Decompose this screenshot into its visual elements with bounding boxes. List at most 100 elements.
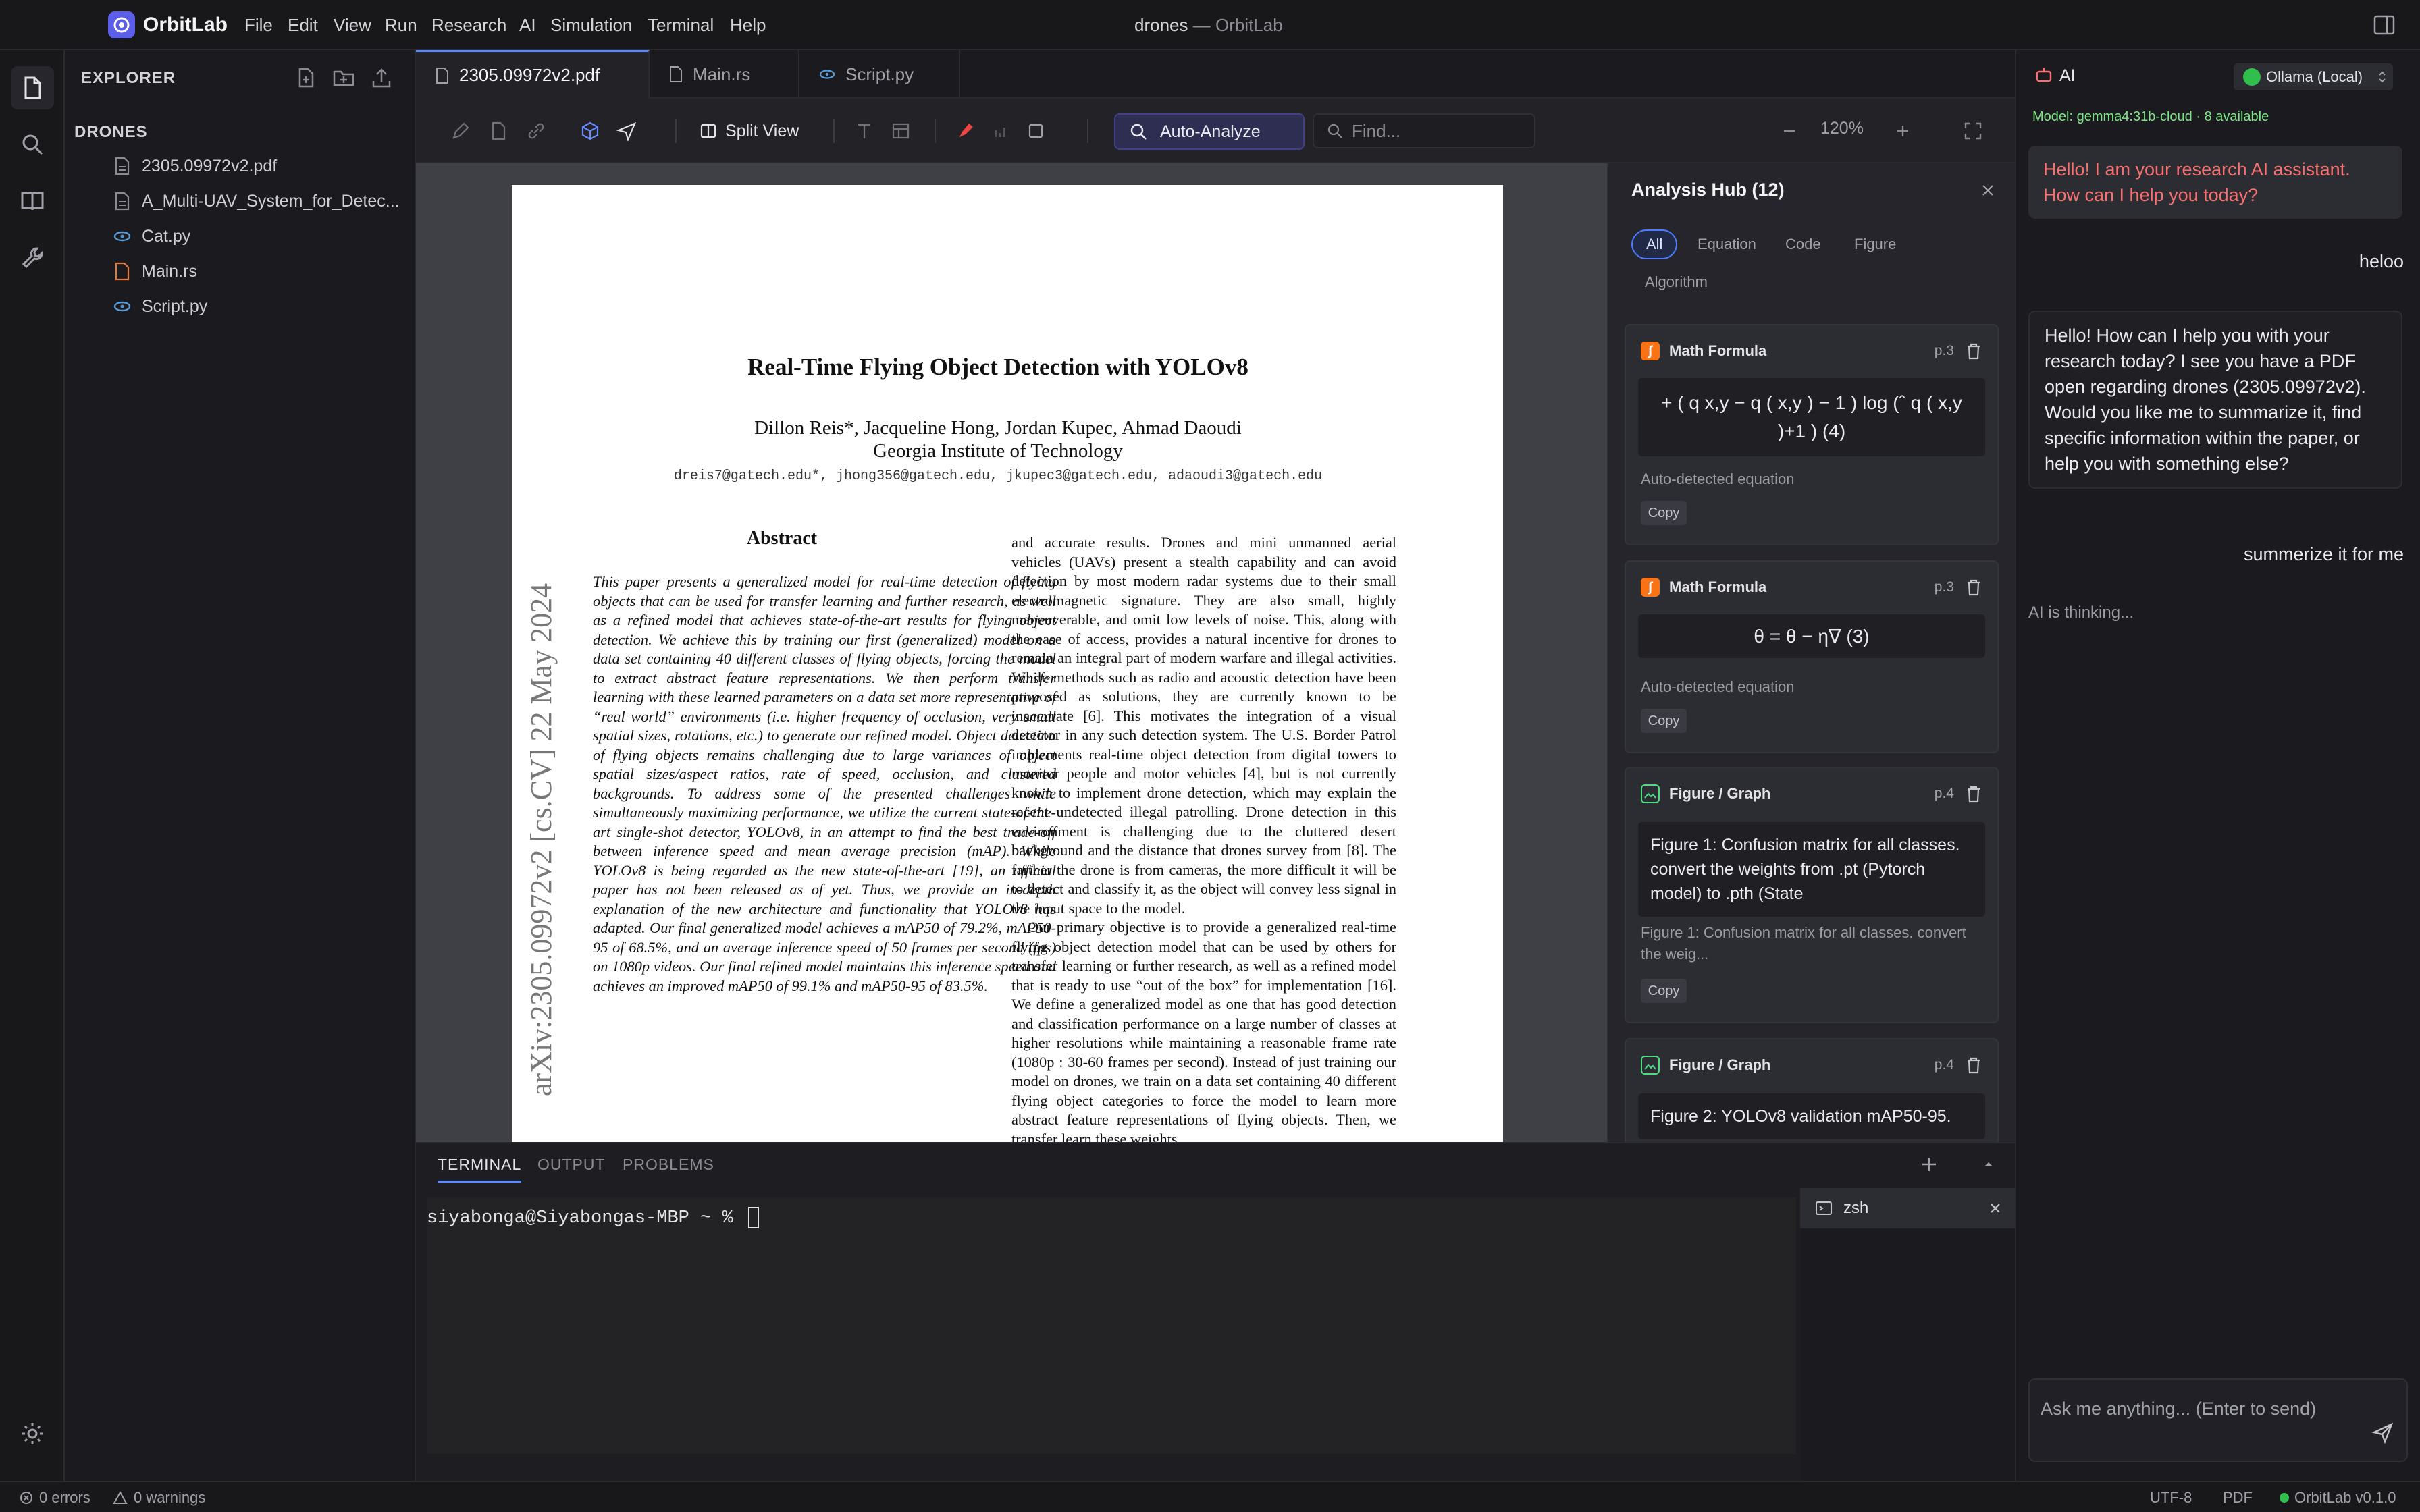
pdf-toolbar: Split View Auto-Analyze Find... 120%: [416, 99, 2015, 163]
folder-drones[interactable]: DRONES: [74, 123, 148, 142]
menu-file[interactable]: File: [244, 15, 273, 36]
highlighter-icon[interactable]: [951, 116, 980, 146]
search-icon: [1326, 122, 1344, 140]
file-item[interactable]: Main.rs: [112, 254, 197, 289]
pen-icon[interactable]: [446, 116, 475, 146]
window-title: drones — OrbitLab: [1134, 15, 1283, 35]
send-icon[interactable]: [612, 116, 641, 146]
layout-icon[interactable]: [886, 116, 916, 146]
close-icon[interactable]: [1988, 1201, 2003, 1216]
file-icon: [112, 157, 132, 176]
card-note: Auto-detected equation: [1641, 678, 1795, 695]
editor-tabs: 2305.09972v2.pdf Main.rs Script.py: [416, 50, 2015, 99]
file-item[interactable]: Script.py: [112, 289, 207, 324]
trash-icon[interactable]: [1965, 578, 1982, 597]
link-icon[interactable]: [521, 116, 551, 146]
find-input[interactable]: Find...: [1313, 113, 1535, 148]
menu-ai[interactable]: AI: [519, 15, 536, 36]
analysis-card[interactable]: Figure / Graph p.4 Figure 2: YOLOv8 vali…: [1625, 1038, 1999, 1142]
menu-run[interactable]: Run: [385, 15, 417, 36]
copy-button[interactable]: Copy: [1641, 979, 1687, 1003]
analyze-search-icon: [1129, 122, 1148, 141]
cube-icon[interactable]: [575, 116, 605, 146]
menu-help[interactable]: Help: [730, 15, 766, 36]
terminal-instance-zsh[interactable]: zsh: [1800, 1188, 2015, 1228]
document-icon[interactable]: [483, 116, 513, 146]
file-item[interactable]: 2305.09972v2.pdf: [112, 148, 277, 184]
card-type: Figure / Graph: [1669, 785, 1771, 802]
filter-all[interactable]: All: [1631, 230, 1678, 259]
menu-research[interactable]: Research: [431, 15, 506, 36]
file-item[interactable]: A_Multi-UAV_System_for_Detec...: [112, 184, 400, 219]
tab-label: Script.py: [845, 63, 914, 84]
paper-emails: dreis7@gatech.edu*, jhong356@gatech.edu,…: [673, 468, 1323, 484]
menu-terminal[interactable]: Terminal: [648, 15, 714, 36]
menu-edit[interactable]: Edit: [288, 15, 318, 36]
file-name: 2305.09972v2.pdf: [142, 156, 278, 176]
copy-button[interactable]: Copy: [1641, 709, 1687, 733]
collapse-panel-icon[interactable]: [1978, 1154, 1999, 1174]
errors-count: 0 errors: [39, 1489, 90, 1506]
add-terminal-icon[interactable]: [1919, 1154, 1939, 1174]
copy-button[interactable]: Copy: [1641, 501, 1687, 525]
tab-script-py[interactable]: Script.py: [799, 50, 960, 99]
ai-panel: AI Ollama (Local) Model: gemma4:31b-clou…: [2015, 50, 2420, 1481]
pdf-viewer[interactable]: Real-Time Flying Object Detection with Y…: [416, 163, 1607, 1142]
trash-icon[interactable]: [1965, 342, 1982, 360]
send-icon[interactable]: [2371, 1422, 2394, 1444]
encoding-status[interactable]: UTF-8: [2150, 1489, 2192, 1507]
trash-icon[interactable]: [1965, 784, 1982, 803]
fullscreen-icon[interactable]: [1958, 116, 1988, 146]
pdf-page[interactable]: Real-Time Flying Object Detection with Y…: [512, 185, 1503, 1142]
text-icon[interactable]: [849, 116, 879, 146]
terminal-output[interactable]: siyabonga@Siyabongas-MBP ~ %: [427, 1197, 1796, 1454]
wrench-icon[interactable]: [11, 236, 54, 279]
new-folder-icon[interactable]: [332, 66, 355, 89]
split-view-button[interactable]: Split View: [700, 113, 799, 148]
zoom-in-icon[interactable]: [1888, 116, 1918, 146]
chart-icon[interactable]: [987, 116, 1017, 146]
python-icon: [818, 68, 836, 80]
orbitlab-logo-icon: [108, 11, 135, 38]
theme-sun-icon[interactable]: [11, 1412, 54, 1455]
paper-column-2: and accurate results. Drones and mini un…: [1011, 533, 1396, 1142]
tab-terminal[interactable]: TERMINAL: [438, 1156, 522, 1183]
analysis-card[interactable]: ∫ Math Formula p.3 θ = θ − η∇ (3) Auto-d…: [1625, 560, 1999, 753]
trash-icon[interactable]: [1965, 1056, 1982, 1075]
file-item[interactable]: Cat.py: [112, 219, 190, 254]
formula-icon: ∫: [1641, 578, 1660, 597]
zoom-out-icon[interactable]: [1774, 116, 1804, 146]
card-page: p.4: [1934, 1057, 1954, 1073]
tab-output[interactable]: OUTPUT: [537, 1156, 606, 1174]
chat-input[interactable]: Ask me anything... (Enter to send): [2028, 1378, 2408, 1462]
analysis-card[interactable]: Figure / Graph p.4 Figure 1: Confusion m…: [1625, 767, 1999, 1023]
book-icon[interactable]: [11, 180, 54, 223]
upload-icon[interactable]: [370, 66, 393, 89]
analysis-card[interactable]: ∫ Math Formula p.3 + ( q x,y − q ( x,y )…: [1625, 324, 1999, 545]
activity-bar: [0, 50, 65, 1481]
abstract-heading: Abstract: [746, 528, 818, 549]
filter-figure[interactable]: Figure: [1841, 230, 1910, 259]
card-content: Figure 1: Confusion matrix for all class…: [1638, 822, 1985, 917]
tab-problems[interactable]: PROBLEMS: [623, 1156, 714, 1174]
filter-code[interactable]: Code: [1772, 230, 1835, 259]
explorer-files-icon[interactable]: [11, 66, 54, 109]
close-icon[interactable]: [1978, 181, 1997, 200]
file-name: Script.py: [142, 296, 208, 316]
menu-view[interactable]: View: [334, 15, 371, 36]
toggle-sidebar-icon[interactable]: [2373, 14, 2396, 36]
ai-title: AI: [2059, 66, 2076, 85]
tab-pdf[interactable]: 2305.09972v2.pdf: [416, 50, 650, 99]
provider-select[interactable]: Ollama (Local): [2234, 63, 2393, 90]
new-file-icon[interactable]: [294, 66, 317, 89]
search-icon[interactable]: [11, 123, 54, 166]
tab-main-rs[interactable]: Main.rs: [650, 50, 799, 99]
menu-simulation[interactable]: Simulation: [550, 15, 632, 36]
filetype-status[interactable]: PDF: [2223, 1489, 2253, 1507]
errors-status[interactable]: 0 errors: [19, 1489, 90, 1507]
filter-algorithm[interactable]: Algorithm: [1631, 267, 1721, 297]
rectangle-icon[interactable]: [1021, 116, 1051, 146]
auto-analyze-button[interactable]: Auto-Analyze: [1114, 113, 1305, 150]
filter-equation[interactable]: Equation: [1684, 230, 1770, 259]
warnings-status[interactable]: 0 warnings: [112, 1489, 205, 1507]
